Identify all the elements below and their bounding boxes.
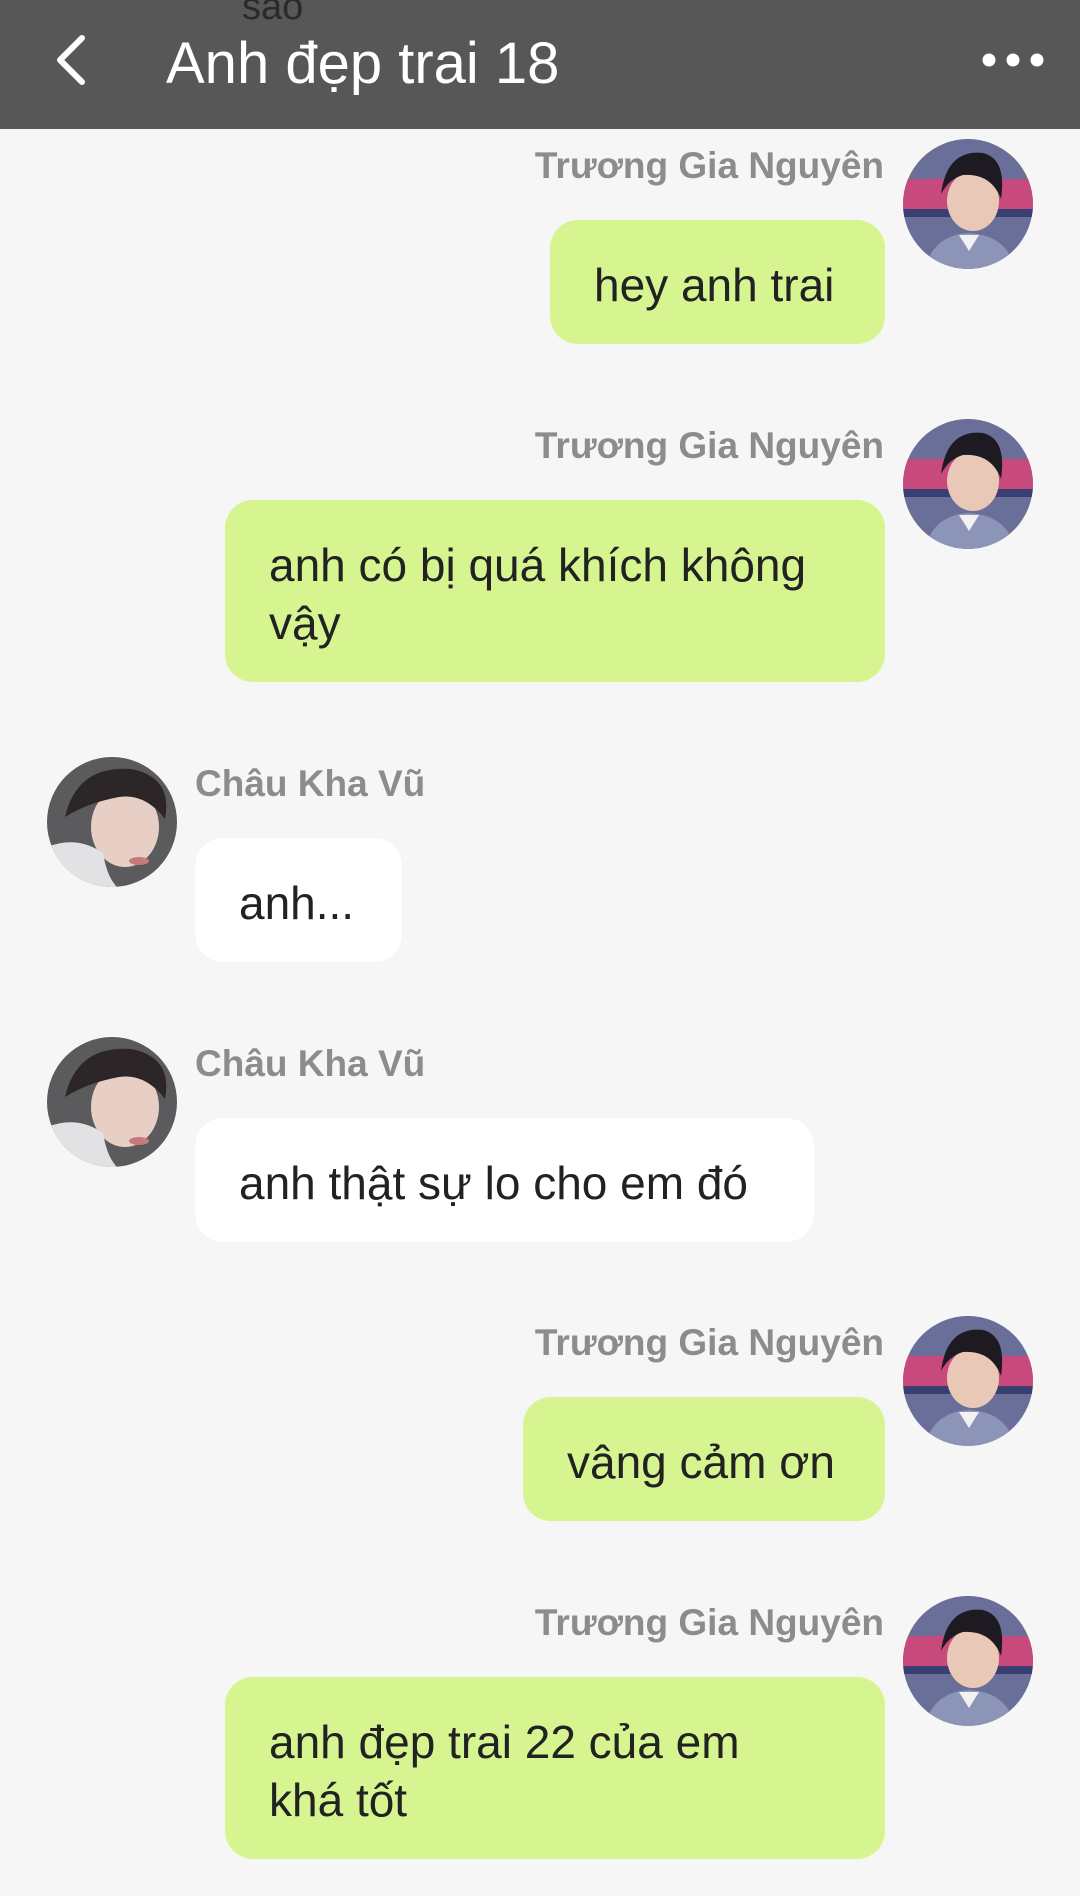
sender-name: Trương Gia Nguyên bbox=[534, 425, 884, 466]
message-bubble[interactable]: anh đẹp trai 22 của em khá tốt bbox=[225, 1677, 885, 1859]
avatar[interactable] bbox=[903, 1316, 1033, 1446]
avatar[interactable] bbox=[903, 1596, 1033, 1726]
sender-name: Châu Kha Vũ bbox=[195, 763, 426, 804]
more-horizontal-icon bbox=[982, 53, 1044, 67]
avatar[interactable] bbox=[903, 139, 1033, 269]
sender-name: Trương Gia Nguyên bbox=[534, 145, 884, 186]
sender-name: Trương Gia Nguyên bbox=[534, 1602, 884, 1643]
back-button[interactable] bbox=[40, 28, 104, 92]
avatar[interactable] bbox=[903, 419, 1033, 549]
message-bubble[interactable]: anh... bbox=[195, 838, 402, 962]
message-bubble[interactable]: vâng cảm ơn bbox=[523, 1397, 885, 1521]
more-options-button[interactable] bbox=[978, 30, 1048, 90]
avatar[interactable] bbox=[47, 757, 177, 887]
chevron-left-icon bbox=[57, 35, 85, 85]
chat-title: Anh đẹp trai 18 bbox=[166, 31, 560, 96]
sender-name: Châu Kha Vũ bbox=[195, 1043, 426, 1084]
message-bubble[interactable]: anh có bị quá khích không vậy bbox=[225, 500, 885, 682]
scrolled-message-fragment: sao bbox=[242, 0, 304, 28]
message-bubble[interactable]: anh thật sự lo cho em đó bbox=[195, 1118, 814, 1242]
avatar[interactable] bbox=[47, 1037, 177, 1167]
message-bubble[interactable]: hey anh trai bbox=[550, 220, 885, 344]
chat-header: sao Anh đẹp trai 18 bbox=[0, 0, 1080, 129]
sender-name: Trương Gia Nguyên bbox=[534, 1322, 884, 1363]
